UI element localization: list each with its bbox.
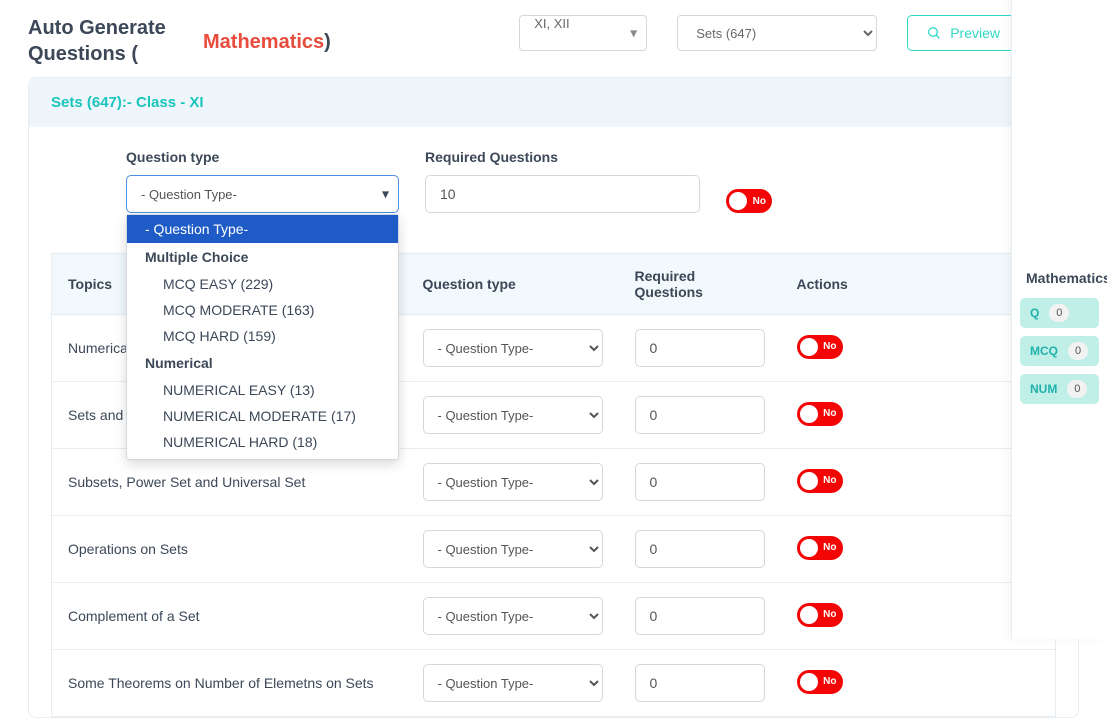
dropdown-option-numerical-easy[interactable]: NUMERICAL EASY (13) [127, 377, 398, 403]
actions-cell: No [781, 650, 1056, 717]
badge-count: 0 [1067, 380, 1087, 398]
card-title: Sets (647):- Class - XI [51, 94, 204, 111]
qtype-cell: - Question Type- [407, 449, 619, 516]
dropdown-group-numerical: Numerical [127, 349, 398, 377]
badge-count: 0 [1049, 304, 1069, 322]
stat-badge: MCQ 0 [1020, 336, 1099, 366]
toggle-label: No [753, 196, 766, 207]
stat-badge: NUM 0 [1020, 374, 1099, 404]
row-qtype-select[interactable]: - Question Type- [423, 664, 603, 702]
row-required-input[interactable] [635, 530, 765, 568]
class-select-value: XI, XII [519, 15, 647, 51]
toggle-label: No [823, 341, 836, 352]
chapter-card: Sets (647):- Class - XI ⌄ Question type … [28, 77, 1079, 718]
toggle-label: No [823, 676, 836, 687]
toggle-label: No [823, 408, 836, 419]
qtype-cell: - Question Type- [407, 650, 619, 717]
qtype-select[interactable]: - Question Type- [126, 175, 399, 213]
qtype-cell: - Question Type- [407, 516, 619, 583]
topic-cell: Complement of a Set [52, 583, 407, 650]
qtype-label: Question type [126, 149, 399, 165]
badge-label: MCQ [1030, 344, 1058, 358]
badge-count: 0 [1068, 342, 1088, 360]
row-required-input[interactable] [635, 597, 765, 635]
badge-label: NUM [1030, 382, 1057, 396]
class-select[interactable]: XI, XII ▾ [519, 15, 647, 51]
toggle-label: No [823, 542, 836, 553]
qtype-cell: - Question Type- [407, 382, 619, 449]
chapter-select-input[interactable]: Sets (647) [677, 15, 877, 51]
page-title: Auto Generate Questions ( [28, 15, 183, 67]
qtype-cell: - Question Type- [407, 315, 619, 382]
toggle-label: No [823, 475, 836, 486]
req-cell [619, 650, 781, 717]
row-toggle[interactable]: No [797, 402, 843, 426]
subject-block: Mathematics) [203, 15, 331, 55]
chapter-select[interactable]: Sets (647) [677, 15, 877, 51]
th-qtype: Question type [407, 254, 619, 315]
dropdown-option-numerical-hard[interactable]: NUMERICAL HARD (18) [127, 429, 398, 455]
side-title: Mathematics [1012, 260, 1107, 298]
req-cell [619, 449, 781, 516]
toggle-knob [800, 673, 818, 691]
search-icon [926, 25, 942, 41]
stat-badge: Q0 [1020, 298, 1099, 328]
row-qtype-select[interactable]: - Question Type- [423, 530, 603, 568]
dropdown-group-mcq: Multiple Choice [127, 243, 398, 271]
dropdown-option-mcq-moderate[interactable]: MCQ MODERATE (163) [127, 297, 398, 323]
req-label: Required Questions [425, 149, 700, 165]
toggle-main[interactable]: No [726, 189, 772, 213]
toggle-knob [800, 405, 818, 423]
required-questions-input[interactable] [425, 175, 700, 213]
row-toggle[interactable]: No [797, 670, 843, 694]
req-cell [619, 382, 781, 449]
qtype-cell: - Question Type- [407, 583, 619, 650]
toggle-knob [800, 338, 818, 356]
row-required-input[interactable] [635, 396, 765, 434]
dropdown-option-placeholder[interactable]: - Question Type- [127, 215, 398, 243]
row-toggle[interactable]: No [797, 469, 843, 493]
req-cell [619, 315, 781, 382]
table-row: Complement of a Set - Question Type- No [52, 583, 1056, 650]
row-qtype-select[interactable]: - Question Type- [423, 597, 603, 635]
toggle-knob [800, 472, 818, 490]
side-panel: Mathematics Q0MCQ0NUM0 [1011, 0, 1107, 639]
row-toggle[interactable]: No [797, 335, 843, 359]
toggle-label: No [823, 609, 836, 620]
row-qtype-select[interactable]: - Question Type- [423, 463, 603, 501]
dropdown-option-mcq-easy[interactable]: MCQ EASY (229) [127, 271, 398, 297]
subject-name: Mathematics [203, 31, 324, 53]
preview-button[interactable]: Preview [907, 15, 1019, 51]
dropdown-option-mcq-hard[interactable]: MCQ HARD (159) [127, 323, 398, 349]
topic-cell: Some Theorems on Number of Elemetns on S… [52, 650, 407, 717]
row-qtype-select[interactable]: - Question Type- [423, 329, 603, 367]
toggle-knob [729, 192, 747, 210]
card-header[interactable]: Sets (647):- Class - XI ⌄ [29, 78, 1078, 127]
title-close-paren: ) [324, 31, 331, 53]
row-required-input[interactable] [635, 664, 765, 702]
topic-cell: Operations on Sets [52, 516, 407, 583]
table-row: Some Theorems on Number of Elemetns on S… [52, 650, 1056, 717]
toggle-knob [800, 606, 818, 624]
row-required-input[interactable] [635, 329, 765, 367]
th-req: Required Questions [619, 254, 781, 315]
preview-label: Preview [950, 25, 1000, 41]
req-cell [619, 583, 781, 650]
qtype-dropdown-menu: - Question Type- Multiple Choice MCQ EAS… [126, 214, 399, 460]
req-cell [619, 516, 781, 583]
row-toggle[interactable]: No [797, 603, 843, 627]
toggle-knob [800, 539, 818, 557]
row-qtype-select[interactable]: - Question Type- [423, 396, 603, 434]
row-required-input[interactable] [635, 463, 765, 501]
dropdown-option-numerical-moderate[interactable]: NUMERICAL MODERATE (17) [127, 403, 398, 429]
badge-label: Q [1030, 306, 1039, 320]
table-row: Operations on Sets - Question Type- No [52, 516, 1056, 583]
row-toggle[interactable]: No [797, 536, 843, 560]
